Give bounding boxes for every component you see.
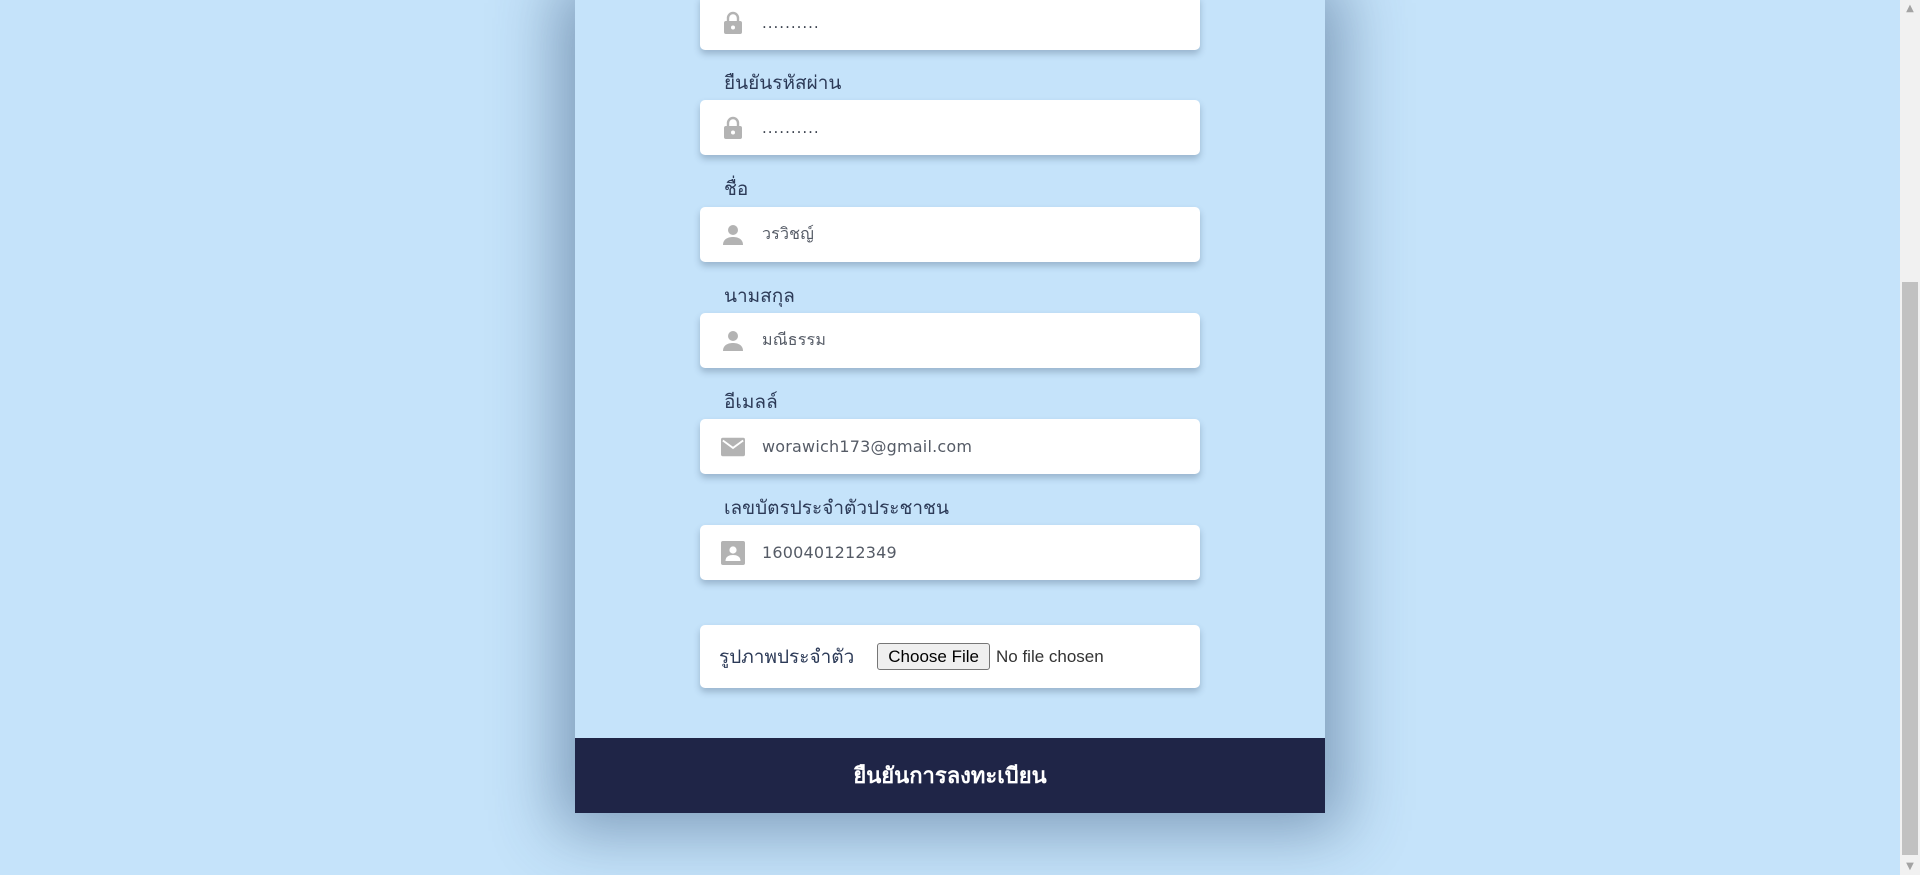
email-label: อีเมลล์ xyxy=(724,391,778,413)
choose-file-button[interactable]: Choose File xyxy=(877,643,990,670)
last-name-value: มณีธรรม xyxy=(762,330,827,349)
first-name-field[interactable]: วรวิชญ์ xyxy=(700,207,1200,262)
person-icon xyxy=(721,223,745,247)
last-name-label: นามสกุล xyxy=(724,285,795,307)
confirm-password-field[interactable]: .......... xyxy=(700,100,1200,155)
file-status-text: No file chosen xyxy=(995,646,1104,666)
lock-icon xyxy=(721,116,745,140)
national-id-value: 1600401212349 xyxy=(762,543,897,562)
national-id-label: เลขบัตรประจำตัวประชาชน xyxy=(724,497,949,519)
profile-photo-label: รูปภาพประจำตัว xyxy=(719,645,855,668)
mail-icon xyxy=(721,435,745,459)
confirm-password-label: ยืนยันรหัสผ่าน xyxy=(724,72,842,94)
first-name-label: ชื่อ xyxy=(724,178,749,200)
page-scrollbar[interactable]: ▲ ▼ xyxy=(1900,0,1920,875)
profile-photo-upload: รูปภาพประจำตัว Choose File No file chose… xyxy=(700,625,1200,688)
confirm-registration-button[interactable]: ยืนยันการลงทะเบียน xyxy=(575,738,1325,813)
person-icon xyxy=(721,329,745,353)
last-name-field[interactable]: มณีธรรม xyxy=(700,313,1200,368)
first-name-value: วรวิชญ์ xyxy=(762,224,815,243)
scrollbar-thumb[interactable] xyxy=(1902,282,1918,855)
scroll-up-arrow-icon[interactable]: ▲ xyxy=(1900,0,1920,17)
scroll-down-arrow-icon[interactable]: ▼ xyxy=(1900,858,1920,875)
lock-icon xyxy=(721,11,745,35)
page: .......... ยืนยันรหัสผ่าน .......... ชื่… xyxy=(0,0,1920,875)
password-value: .......... xyxy=(762,13,820,32)
registration-card: .......... ยืนยันรหัสผ่าน .......... ชื่… xyxy=(575,0,1325,813)
national-id-field[interactable]: 1600401212349 xyxy=(700,525,1200,580)
password-field[interactable]: .......... xyxy=(700,0,1200,50)
email-value: worawich173@gmail.com xyxy=(762,437,973,456)
email-field[interactable]: worawich173@gmail.com xyxy=(700,419,1200,474)
confirm-password-value: .......... xyxy=(762,118,820,137)
id-card-icon xyxy=(721,540,745,565)
